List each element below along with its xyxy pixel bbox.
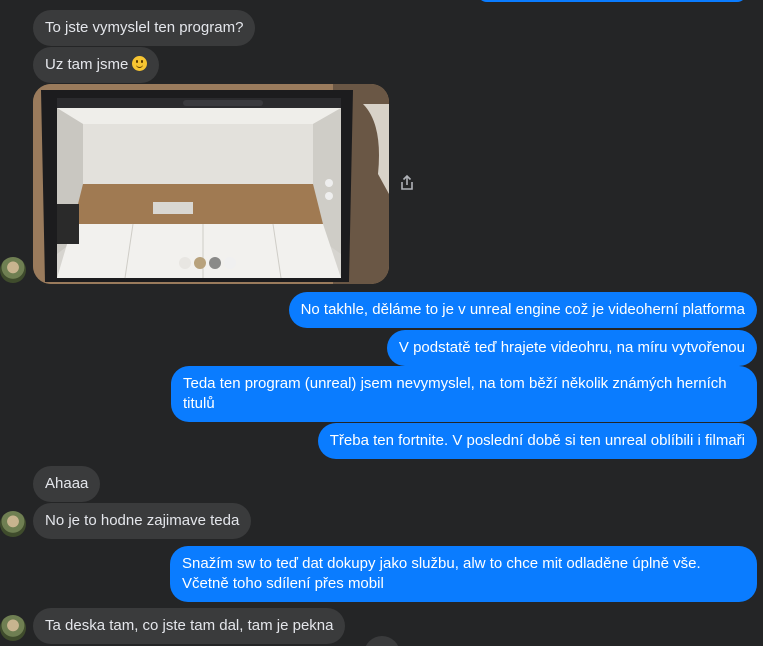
message-text: No takhle, děláme to je v unreal engine … <box>300 301 745 318</box>
message-text: Teda ten program (unreal) jsem nevymysle… <box>183 375 727 412</box>
message-text: Třeba ten fortnite. V poslední době si t… <box>329 432 745 449</box>
incoming-message[interactable]: To jste vymyslel ten program? <box>33 10 256 46</box>
incoming-message[interactable]: Ahaaa <box>33 466 101 502</box>
message-text: Ta deska tam, co jste tam dal, tam je pe… <box>45 617 334 634</box>
outgoing-message[interactable]: Snažím sw to teď dat dokupy jako službu,… <box>170 546 757 602</box>
laptop-kitchen-render-image <box>33 84 389 284</box>
avatar[interactable] <box>0 257 26 283</box>
previous-outgoing-message[interactable] <box>477 0 747 2</box>
message-text: Uz tam jsme <box>45 56 129 73</box>
incoming-message[interactable]: No je to hodne zajimave teda <box>33 503 252 539</box>
outgoing-message[interactable]: Teda ten program (unreal) jsem nevymysle… <box>171 366 757 422</box>
outgoing-message[interactable]: No takhle, děláme to je v unreal engine … <box>288 292 757 328</box>
message-text: No je to hodne zajimave teda <box>45 512 240 529</box>
outgoing-message[interactable]: V podstatě teď hrajete videohru, na míru… <box>386 330 757 366</box>
shared-photo[interactable] <box>33 84 389 284</box>
incoming-message[interactable]: Ta deska tam, co jste tam dal, tam je pe… <box>33 608 346 644</box>
message-thread: To jste vymyslel ten program? Uz tam jsm… <box>0 0 763 646</box>
message-text: To jste vymyslel ten program? <box>45 19 244 36</box>
message-text: Snažím sw to teď dat dokupy jako službu,… <box>182 555 701 592</box>
message-text: V podstatě teď hrajete videohru, na míru… <box>398 339 745 356</box>
incoming-message[interactable]: Uz tam jsme <box>33 47 160 83</box>
message-text: Ahaaa <box>45 475 89 492</box>
scroll-to-bottom-button[interactable] <box>364 636 400 646</box>
avatar[interactable] <box>0 511 26 537</box>
share-icon[interactable] <box>398 174 416 192</box>
avatar[interactable] <box>0 615 26 641</box>
smiling-face-icon <box>132 56 148 71</box>
outgoing-message[interactable]: Třeba ten fortnite. V poslední době si t… <box>317 423 757 459</box>
